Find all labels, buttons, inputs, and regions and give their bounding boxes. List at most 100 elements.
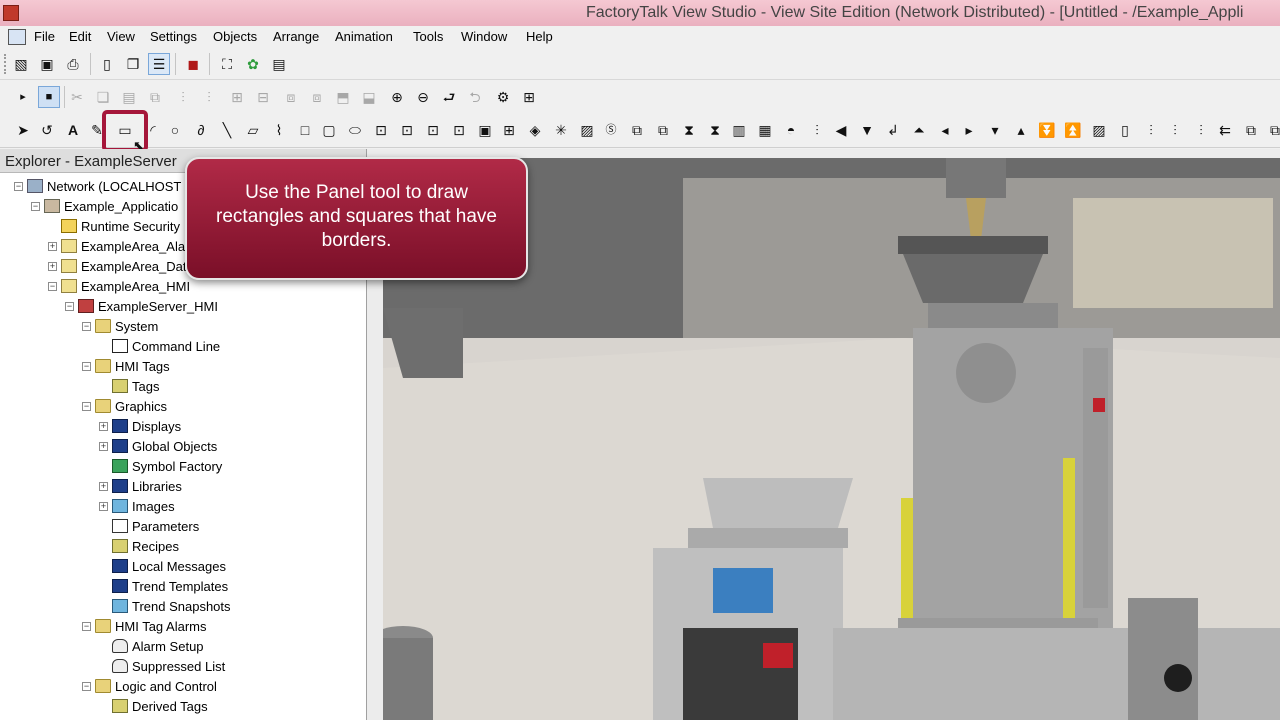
expand-icon[interactable]: + [48, 261, 57, 271]
button-tool-icon[interactable]: ⊡ [370, 119, 392, 141]
histogram-icon[interactable]: ▦ [754, 119, 776, 141]
tree-item[interactable]: − ExampleServer_HMI [65, 296, 218, 316]
menu-help[interactable]: Help [526, 29, 553, 44]
grid-icon[interactable]: ⊞ [518, 86, 540, 108]
collapse-icon[interactable]: − [82, 321, 91, 331]
expand-icon[interactable]: + [99, 421, 108, 431]
text-tool-icon[interactable]: A [62, 119, 84, 141]
tree-item[interactable]: Runtime Security [48, 216, 180, 236]
tree-item[interactable]: − Logic and Control [82, 676, 217, 696]
tree-item[interactable]: − Example_Applicatio [31, 196, 178, 216]
tree-item[interactable]: − Graphics [82, 396, 167, 416]
activex-icon[interactable]: ⇇ [1214, 119, 1236, 141]
tree-item[interactable]: Parameters [99, 516, 199, 536]
list-box-icon[interactable]: ⫶ [1190, 119, 1212, 141]
binoculars-icon[interactable]: ⛶ [216, 53, 238, 75]
zoom-in-icon[interactable]: ⊕ [386, 86, 408, 108]
flip-v-icon[interactable]: ⬓ [358, 86, 380, 108]
collapse-icon[interactable]: − [65, 301, 74, 311]
tree-item[interactable]: + ExampleArea_Dat [48, 256, 187, 276]
tree-item[interactable]: − Network (LOCALHOST [14, 176, 181, 196]
home-icon[interactable]: ⏫ [1062, 119, 1084, 141]
collapse-icon[interactable]: − [82, 401, 91, 411]
move-bottom-icon[interactable]: ⏬ [1036, 119, 1058, 141]
paste-icon[interactable]: ▤ [118, 86, 140, 108]
page-up-icon[interactable]: ▴ [1010, 119, 1032, 141]
numeric-display-icon[interactable]: ▣ [474, 119, 496, 141]
move-down-icon[interactable]: ▼ [856, 119, 878, 141]
menu-settings[interactable]: Settings [150, 29, 197, 44]
print-icon[interactable]: ⎙ [62, 53, 84, 75]
tree-item[interactable]: Alarm Setup [99, 636, 204, 656]
app-icon[interactable] [3, 5, 19, 21]
bring-front-icon[interactable]: ⧈ [280, 86, 302, 108]
move-right-icon[interactable]: ▸ [958, 119, 980, 141]
collapse-icon[interactable]: − [82, 681, 91, 691]
rectangle-tool-icon[interactable]: □ [294, 119, 316, 141]
tree-item[interactable]: + ExampleArea_Ala [48, 236, 185, 256]
tree-item[interactable]: Derived Tags [99, 696, 208, 716]
tree-item[interactable]: Tags [99, 376, 159, 396]
rotate-icon[interactable]: ↺ [36, 119, 58, 141]
menu-animation[interactable]: Animation [335, 29, 393, 44]
panel-display-icon[interactable]: ▯ [1114, 119, 1136, 141]
tree-item[interactable]: Symbol Factory [99, 456, 222, 476]
more-tools-icon[interactable]: ⧉ [1264, 119, 1280, 141]
tree-item[interactable]: − ExampleArea_HMI [48, 276, 190, 296]
piloted-control-icon[interactable]: ⫶ [1164, 119, 1186, 141]
tree-item[interactable]: + Displays [99, 416, 181, 436]
diagnostics-icon[interactable]: ▤ [268, 53, 290, 75]
tree-item[interactable]: Local Messages [99, 556, 226, 576]
menu-file[interactable]: File [34, 29, 55, 44]
ungroup-icon[interactable]: ⊟ [252, 86, 274, 108]
scale-icon[interactable]: ⫶ [806, 119, 828, 141]
edit-mode-icon[interactable]: ▧ [10, 53, 32, 75]
align-center-icon[interactable]: ⫶ [198, 86, 220, 108]
rounded-rectangle-tool-icon[interactable]: ▢ [318, 119, 340, 141]
collapse-icon[interactable]: − [31, 201, 40, 211]
image-icon[interactable]: ▨ [1088, 119, 1110, 141]
list-indicator-icon[interactable]: ▨ [576, 119, 598, 141]
string-display-icon[interactable]: Ⓢ [600, 119, 622, 141]
move-top-icon[interactable]: ⏶ [908, 119, 930, 141]
ellipse-tool-icon[interactable]: ○ [164, 119, 186, 141]
toolbar-grip[interactable] [4, 54, 7, 74]
tree-item[interactable]: − HMI Tag Alarms [82, 616, 207, 636]
tree-item[interactable]: Trend Snapshots [99, 596, 231, 616]
flip-h-icon[interactable]: ⬒ [332, 86, 354, 108]
indicator-icon[interactable]: ✳ [550, 119, 572, 141]
document-window-icon[interactable] [8, 29, 26, 45]
explorer-toggle-icon[interactable]: ☰ [148, 53, 170, 75]
test-stop-icon[interactable]: ■ [38, 86, 60, 108]
tree-item[interactable]: − System [82, 316, 158, 336]
latched-button-icon[interactable]: ⊡ [448, 119, 470, 141]
freehand-curve-icon[interactable]: ∂ [190, 119, 212, 141]
momentary-button-icon[interactable]: ⊡ [396, 119, 418, 141]
menu-window[interactable]: Window [461, 29, 507, 44]
meter-icon[interactable]: ◓ [780, 119, 802, 141]
align-left-icon[interactable]: ⫶ [172, 86, 194, 108]
arrow-left-icon[interactable]: ◀ [830, 119, 852, 141]
stop-icon[interactable]: ◼ [182, 53, 204, 75]
duplicate-icon[interactable]: ⧉ [144, 86, 166, 108]
undo-zoom-icon[interactable]: ⮐ [438, 86, 460, 108]
bar-graph-icon[interactable]: ▥ [728, 119, 750, 141]
tree-item[interactable]: + Images [99, 496, 175, 516]
redo-zoom-icon[interactable]: ⮌ [464, 86, 486, 108]
test-run-icon[interactable]: ▸ [12, 86, 34, 108]
tree-item[interactable]: Command Line [99, 336, 220, 356]
polygon-tool-icon[interactable]: ▱ [242, 119, 264, 141]
menu-objects[interactable]: Objects [213, 29, 257, 44]
collapse-icon[interactable]: − [82, 361, 91, 371]
new-icon[interactable]: ▯ [96, 53, 118, 75]
properties-icon[interactable]: ⚙ [492, 86, 514, 108]
tree-item[interactable]: + Libraries [99, 476, 182, 496]
page-down-icon[interactable]: ▾ [984, 119, 1006, 141]
symbol-icon[interactable]: ⧉ [626, 119, 648, 141]
tree-item[interactable]: + Global Objects [99, 436, 217, 456]
expand-icon[interactable]: + [99, 501, 108, 511]
trend-icon[interactable]: ⧉ [652, 119, 674, 141]
menu-edit[interactable]: Edit [69, 29, 91, 44]
zoom-out-icon[interactable]: ⊖ [412, 86, 434, 108]
line-tool-icon[interactable]: ╲ [216, 119, 238, 141]
